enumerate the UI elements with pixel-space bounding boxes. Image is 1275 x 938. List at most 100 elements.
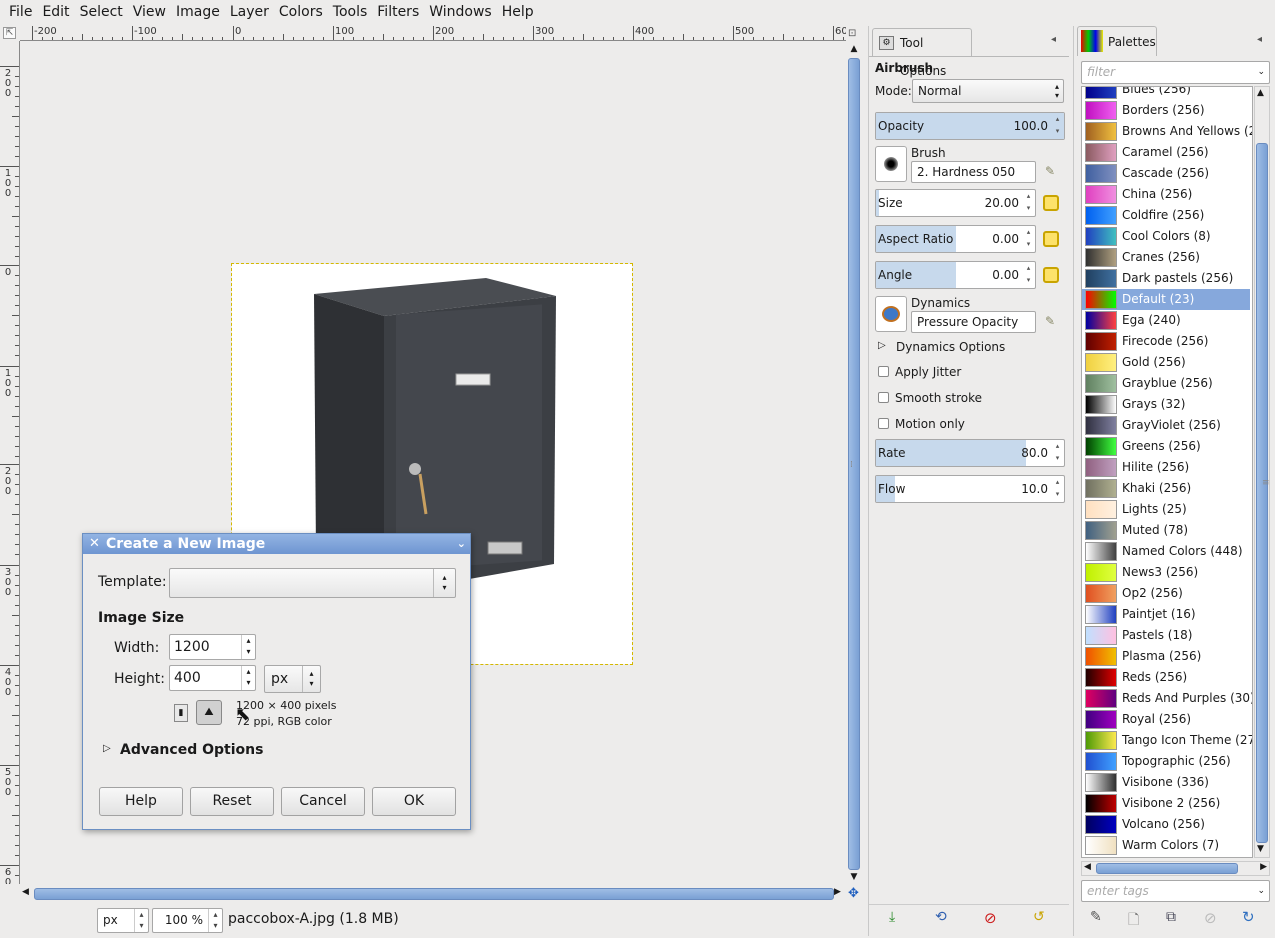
pane-handle[interactable]: ⁞ xyxy=(850,460,856,470)
aspect-spin-icon[interactable]: ▴ ▾ xyxy=(1022,226,1035,252)
palette-item[interactable]: News3 (256) xyxy=(1082,562,1250,583)
palette-filter[interactable]: filter ⌄ xyxy=(1081,61,1270,84)
motion-only-label[interactable]: Motion only xyxy=(895,417,965,431)
angle-slider[interactable]: Angle 0.00 ▴ ▾ xyxy=(875,261,1036,289)
reset-options-icon[interactable]: ↺ xyxy=(1033,909,1051,927)
dynamics-field[interactable]: Pressure Opacity xyxy=(911,311,1036,333)
size-unit-select[interactable]: px ▴ ▾ xyxy=(264,665,321,693)
scroll-right-icon[interactable]: ▶ xyxy=(834,887,846,901)
palette-item[interactable]: Browns And Yellows (2 xyxy=(1082,121,1252,142)
edit-brush-icon[interactable]: ✎ xyxy=(1045,164,1055,178)
menu-edit[interactable]: Edit xyxy=(37,0,74,24)
palette-item[interactable]: GrayViolet (256) xyxy=(1082,415,1250,436)
menu-image[interactable]: Image xyxy=(171,0,225,24)
palette-item[interactable]: Named Colors (448) xyxy=(1082,541,1250,562)
dialog-menu-chevron-icon[interactable]: ⌄ xyxy=(457,534,466,554)
delete-options-icon[interactable]: ⊘ xyxy=(984,909,1002,927)
rate-spin-icon[interactable]: ▴ ▾ xyxy=(1051,440,1064,466)
zoom-select[interactable]: 100 % ▴ ▾ xyxy=(152,908,223,933)
palette-item[interactable]: Gold (256) xyxy=(1082,352,1250,373)
dynamics-preview[interactable] xyxy=(875,296,907,332)
edit-palette-icon[interactable]: ✎ xyxy=(1090,909,1108,927)
menu-windows[interactable]: Windows xyxy=(424,0,497,24)
apply-jitter-label[interactable]: Apply Jitter xyxy=(895,365,961,379)
palette-item[interactable]: Visibone (336) xyxy=(1082,772,1250,793)
palette-item[interactable]: Reds (256) xyxy=(1082,667,1250,688)
palette-scroll-right-icon[interactable]: ▶ xyxy=(1260,862,1267,872)
palette-scroll-down-icon[interactable]: ▼ xyxy=(1257,844,1264,854)
palette-item[interactable]: Tango Icon Theme (27) xyxy=(1082,730,1252,751)
palette-item[interactable]: Firecode (256) xyxy=(1082,331,1250,352)
size-slider[interactable]: Size 20.00 ▴ ▾ xyxy=(875,189,1036,217)
template-select[interactable]: ▴ ▾ xyxy=(169,568,456,598)
panel-menu-icon[interactable]: ◂ xyxy=(1051,34,1056,45)
dynamics-expander-icon[interactable]: ▷ xyxy=(878,340,886,351)
palette-scroll-thumb[interactable] xyxy=(1256,143,1268,843)
scroll-thumb-h[interactable] xyxy=(34,888,834,900)
close-icon[interactable]: ✕ xyxy=(89,534,100,554)
palette-item[interactable]: Hilite (256) xyxy=(1082,457,1250,478)
refresh-palettes-icon[interactable]: ↻ xyxy=(1242,908,1260,926)
portrait-icon[interactable]: ▮ xyxy=(174,704,188,722)
opacity-slider[interactable]: Opacity 100.0 ▴ ▾ xyxy=(875,112,1065,140)
palette-item[interactable]: Plasma (256) xyxy=(1082,646,1250,667)
palette-item[interactable]: Default (23) xyxy=(1082,289,1250,310)
palette-item[interactable]: Paintjet (16) xyxy=(1082,604,1250,625)
palette-list-hscroll[interactable]: ◀ ▶ xyxy=(1081,861,1270,876)
menu-file[interactable]: File xyxy=(4,0,37,24)
palette-scroll-thumb-h[interactable] xyxy=(1096,863,1238,874)
horizontal-ruler[interactable]: -200 -100 0 100 200 300 400 500 60 xyxy=(20,26,846,41)
palette-item[interactable]: Cool Colors (8) xyxy=(1082,226,1250,247)
dialog-titlebar[interactable]: ✕ Create a New Image ⌄ xyxy=(83,534,470,554)
palette-item[interactable]: Topographic (256) xyxy=(1082,751,1250,772)
advanced-expander-icon[interactable]: ▷ xyxy=(103,743,111,754)
height-spin-icon[interactable]: ▴ ▾ xyxy=(241,666,255,690)
new-palette-icon[interactable]: 🗋 xyxy=(1128,909,1146,928)
palette-item[interactable]: Coldfire (256) xyxy=(1082,205,1250,226)
palettes-menu-icon[interactable]: ◂ xyxy=(1257,34,1262,45)
zoom-fit-icon[interactable]: ⊡ xyxy=(848,28,860,40)
palette-item[interactable]: Grays (32) xyxy=(1082,394,1250,415)
palette-item[interactable]: Grayblue (256) xyxy=(1082,373,1250,394)
apply-jitter-checkbox[interactable] xyxy=(878,366,889,377)
palette-scroll-left-icon[interactable]: ◀ xyxy=(1084,862,1091,872)
palette-item[interactable]: Op2 (256) xyxy=(1082,583,1250,604)
brush-name-field[interactable]: 2. Hardness 050 xyxy=(911,161,1036,183)
dynamics-options-expander[interactable]: Dynamics Options xyxy=(896,340,1005,354)
palette-item[interactable]: Muted (78) xyxy=(1082,520,1250,541)
menu-select[interactable]: Select xyxy=(75,0,128,24)
palette-item[interactable]: Visibone 2 (256) xyxy=(1082,793,1250,814)
menu-colors[interactable]: Colors xyxy=(274,0,328,24)
palette-item[interactable]: Dark pastels (256) xyxy=(1082,268,1250,289)
palette-list[interactable]: Blues (256) Borders (256) Browns And Yello… xyxy=(1081,86,1253,858)
menu-tools[interactable]: Tools xyxy=(328,0,373,24)
flow-spin-icon[interactable]: ▴ ▾ xyxy=(1051,476,1064,502)
brush-preview[interactable] xyxy=(875,146,907,182)
tab-palettes[interactable]: Palettes xyxy=(1077,26,1157,56)
advanced-options-expander[interactable]: Advanced Options xyxy=(120,742,263,758)
menu-help[interactable]: Help xyxy=(497,0,539,24)
tags-chevron-icon[interactable]: ⌄ xyxy=(1257,881,1265,901)
scroll-down-icon[interactable]: ▼ xyxy=(848,872,860,884)
scroll-up-icon[interactable]: ▲ xyxy=(848,44,860,56)
reset-angle-icon[interactable] xyxy=(1043,267,1059,283)
palette-list-vscroll[interactable]: ▲ ▼ xyxy=(1254,86,1270,858)
help-button[interactable]: Help xyxy=(99,787,183,816)
menu-view[interactable]: View xyxy=(128,0,171,24)
tab-tool-options[interactable]: ⚙ Tool Options xyxy=(872,28,972,78)
angle-spin-icon[interactable]: ▴ ▾ xyxy=(1022,262,1035,288)
size-spin-icon[interactable]: ▴ ▾ xyxy=(1022,190,1035,216)
rate-slider[interactable]: Rate 80.0 ▴ ▾ xyxy=(875,439,1065,467)
width-spin-icon[interactable]: ▴ ▾ xyxy=(241,635,255,659)
reset-aspect-icon[interactable] xyxy=(1043,231,1059,247)
width-input[interactable]: 1200 ▴ ▾ xyxy=(169,634,256,660)
unit-select[interactable]: px ▴ ▾ xyxy=(97,908,149,933)
reset-button[interactable]: Reset xyxy=(190,787,274,816)
palette-item[interactable]: Khaki (256) xyxy=(1082,478,1250,499)
duplicate-palette-icon[interactable]: ⧉ xyxy=(1166,909,1184,927)
palette-scroll-up-icon[interactable]: ▲ xyxy=(1257,88,1264,98)
height-input[interactable]: 400 ▴ ▾ xyxy=(169,665,256,691)
palette-tags-field[interactable]: enter tags ⌄ xyxy=(1081,880,1270,902)
aspect-ratio-slider[interactable]: Aspect Ratio 0.00 ▴ ▾ xyxy=(875,225,1036,253)
palette-side-handle[interactable]: ≡ xyxy=(1262,478,1270,488)
